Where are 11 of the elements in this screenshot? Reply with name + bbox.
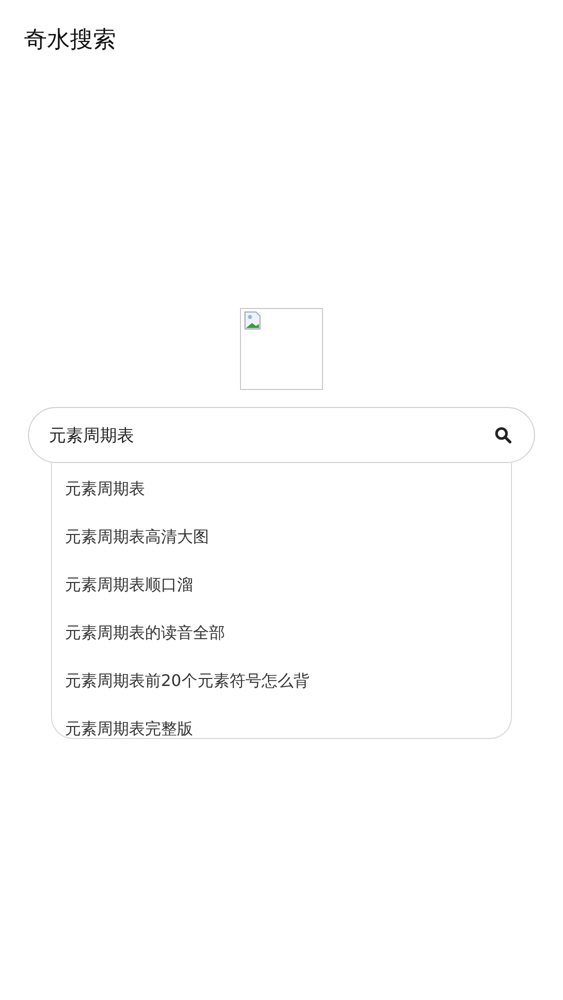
- suggestion-item[interactable]: 元素周期表: [52, 465, 511, 513]
- search-icon[interactable]: [494, 426, 512, 444]
- suggestion-item[interactable]: 元素周期表的读音全部: [52, 609, 511, 657]
- suggestion-item[interactable]: 元素周期表前20个元素符号怎么背: [52, 657, 511, 705]
- broken-image-icon: [240, 308, 323, 390]
- search-field[interactable]: 元素周期表: [49, 425, 494, 445]
- search-bar[interactable]: 元素周期表: [28, 407, 535, 463]
- suggestion-item[interactable]: 元素周期表顺口溜: [52, 561, 511, 609]
- site-title: 奇水搜索: [24, 26, 116, 54]
- suggestion-item[interactable]: 元素周期表高清大图: [52, 513, 511, 561]
- suggestion-item[interactable]: 元素周期表完整版: [52, 705, 511, 753]
